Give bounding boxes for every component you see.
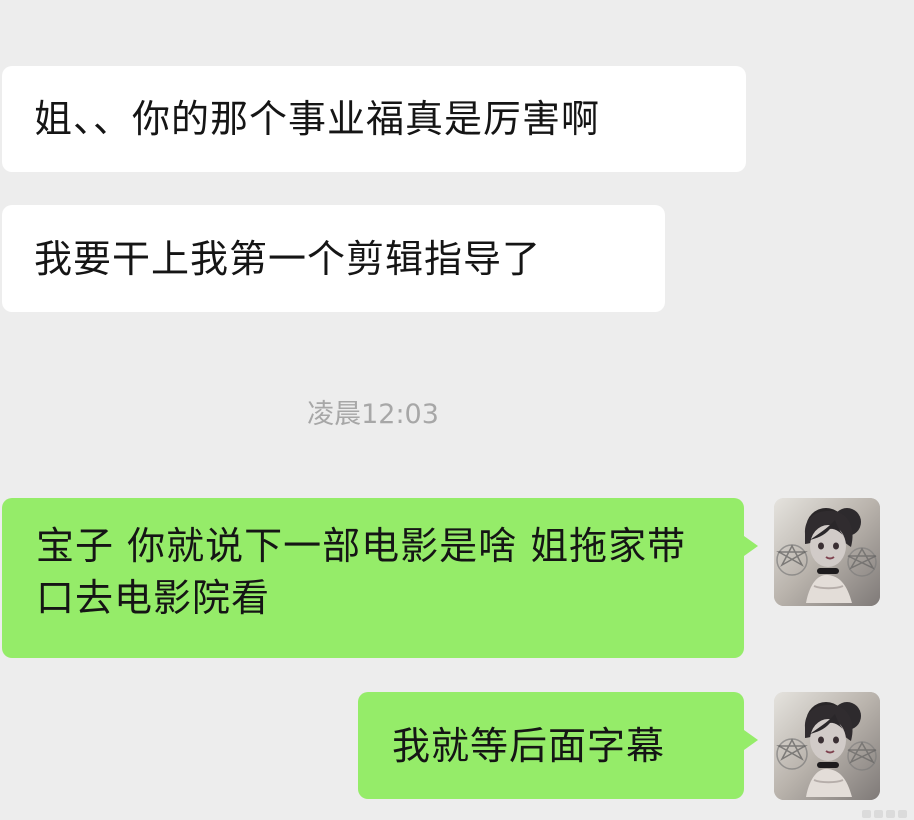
watermark-segment <box>862 809 871 818</box>
outgoing-message-bubble[interactable]: 我就等后面字幕 <box>358 692 758 799</box>
avatar[interactable] <box>774 498 880 606</box>
outgoing-message-text: 宝子 你就说下一部电影是啥 姐拖家带口去电影院看 <box>36 524 687 620</box>
anime-girl-avatar-icon <box>774 498 880 606</box>
outgoing-message-text: 我就等后面字幕 <box>392 724 666 768</box>
chat-window: 姐、、你的那个事业福真是厉害啊 我要干上我第一个剪辑指导了 凌晨12:03 宝子… <box>0 0 914 820</box>
avatar[interactable] <box>774 692 880 800</box>
outgoing-message-bubble[interactable]: 宝子 你就说下一部电影是啥 姐拖家带口去电影院看 <box>2 498 758 658</box>
watermark-segment <box>874 809 883 818</box>
watermark <box>862 807 914 820</box>
incoming-message-bubble[interactable]: 姐、、你的那个事业福真是厉害啊 <box>2 66 746 172</box>
incoming-message-text: 姐、、你的那个事业福真是厉害啊 <box>34 97 601 141</box>
message-timestamp: 凌晨12:03 <box>307 399 439 430</box>
watermark-segment <box>898 809 907 818</box>
incoming-message-bubble[interactable]: 我要干上我第一个剪辑指导了 <box>2 205 665 312</box>
incoming-message-text: 我要干上我第一个剪辑指导了 <box>34 237 542 281</box>
watermark-segment <box>886 809 895 818</box>
anime-girl-avatar-icon <box>774 692 880 800</box>
